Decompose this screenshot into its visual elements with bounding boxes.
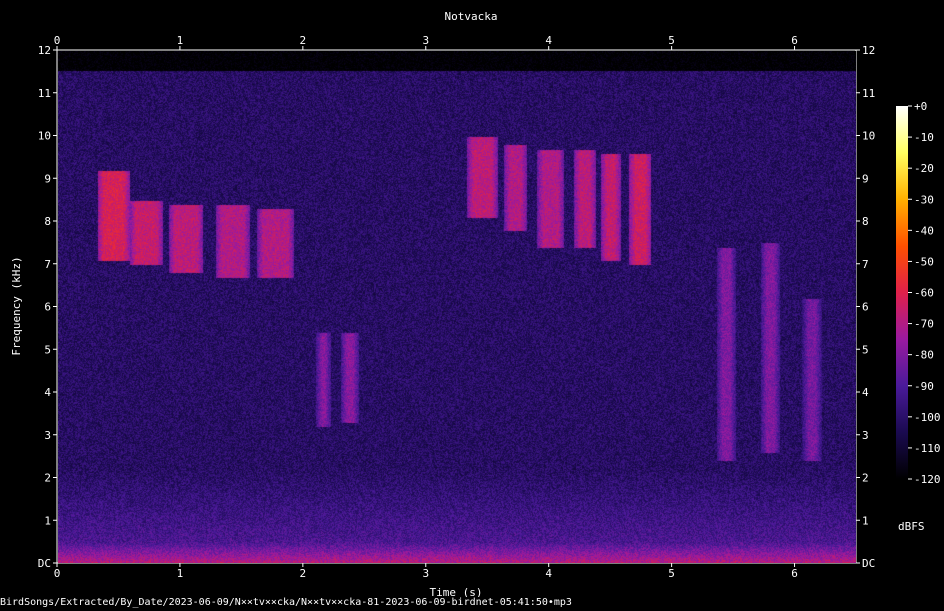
x-tick-label-top-5: 5	[668, 34, 675, 47]
y-tick-label-left-0: DC	[38, 557, 51, 570]
y-tick-label-right-8: 8	[862, 215, 869, 228]
file-path: BirdSongs/Extracted/By_Date/2023-06-09/N…	[0, 597, 572, 608]
y-tick-label-left-1: 1	[44, 514, 51, 527]
y-tick-label-right-6: 6	[862, 301, 869, 314]
y-tick-label-right-5: 5	[862, 343, 869, 356]
colorbar-tick-label-7: -70	[914, 318, 934, 331]
colorbar-tick-label-9: -90	[914, 380, 934, 393]
x-tick-label-top-6: 6	[791, 34, 798, 47]
x-tick-label-top-2: 2	[300, 34, 307, 47]
y-tick-label-left-5: 5	[44, 343, 51, 356]
colorbar-tick-label-0: +0	[914, 100, 927, 113]
y-tick-label-right-9: 9	[862, 172, 869, 185]
y-tick-label-right-1: 1	[862, 514, 869, 527]
colorbar-tick-label-5: -50	[914, 255, 934, 268]
colorbar-ticks: +0 -10 -20 -30 -40 -50 -60 -70 -80 -90 -100 -110 -12…	[908, 100, 941, 486]
x-tick-label-bottom-6: 6	[791, 567, 798, 580]
y-tick-label-right-11: 11	[862, 87, 875, 100]
y-tick-label-left-10: 10	[38, 130, 51, 143]
y-tick-label-left-9: 9	[44, 172, 51, 185]
spectrogram-figure: Notvacka 00112233445566 DC DC1 12 23 34 45 56 6…	[10, 10, 941, 597]
colorbar-tick-label-2: -20	[914, 162, 934, 175]
spectrogram-canvas	[58, 51, 856, 563]
y-axis-label: Frequency (kHz)	[10, 256, 23, 355]
x-tick-label-top-0: 0	[54, 34, 61, 47]
colorbar	[896, 106, 908, 479]
y-tick-label-left-6: 6	[44, 301, 51, 314]
x-tick-label-bottom-0: 0	[54, 567, 61, 580]
x-tick-label-bottom-2: 2	[300, 567, 307, 580]
x-tick-label-top-1: 1	[177, 34, 184, 47]
x-tick-label-bottom-4: 4	[545, 567, 552, 580]
y-tick-label-left-2: 2	[44, 472, 51, 485]
y-tick-label-right-4: 4	[862, 386, 869, 399]
colorbar-tick-label-1: -10	[914, 131, 934, 144]
y-tick-label-right-10: 10	[862, 130, 875, 143]
colorbar-tick-label-12: -120	[914, 473, 941, 486]
x-tick-label-top-4: 4	[545, 34, 552, 47]
chart-title: Notvacka	[445, 10, 498, 23]
x-tick-label-bottom-5: 5	[668, 567, 675, 580]
y-tick-label-right-7: 7	[862, 258, 869, 271]
spectrogram-canvas-holder	[58, 51, 856, 563]
colorbar-tick-label-11: -110	[914, 442, 941, 455]
x-tick-label-bottom-1: 1	[177, 567, 184, 580]
y-tick-label-left-4: 4	[44, 386, 51, 399]
y-tick-label-left-8: 8	[44, 215, 51, 228]
y-tick-label-left-3: 3	[44, 429, 51, 442]
y-tick-label-left-11: 11	[38, 87, 51, 100]
y-tick-label-right-2: 2	[862, 472, 869, 485]
y-tick-label-left-12: 12	[38, 44, 51, 57]
y-tick-label-right-0: DC	[862, 557, 875, 570]
x-tick-label-top-3: 3	[422, 34, 429, 47]
colorbar-tick-label-10: -100	[914, 411, 941, 424]
x-tick-label-bottom-3: 3	[422, 567, 429, 580]
y-tick-label-left-7: 7	[44, 258, 51, 271]
y-tick-label-right-3: 3	[862, 429, 869, 442]
colorbar-tick-label-3: -30	[914, 193, 934, 206]
colorbar-tick-label-8: -80	[914, 349, 934, 362]
colorbar-label: dBFS	[898, 520, 925, 533]
y-tick-label-right-12: 12	[862, 44, 875, 57]
colorbar-tick-label-6: -60	[914, 287, 934, 300]
colorbar-tick-label-4: -40	[914, 224, 934, 237]
x-axis-label: Time (s)	[430, 586, 483, 597]
